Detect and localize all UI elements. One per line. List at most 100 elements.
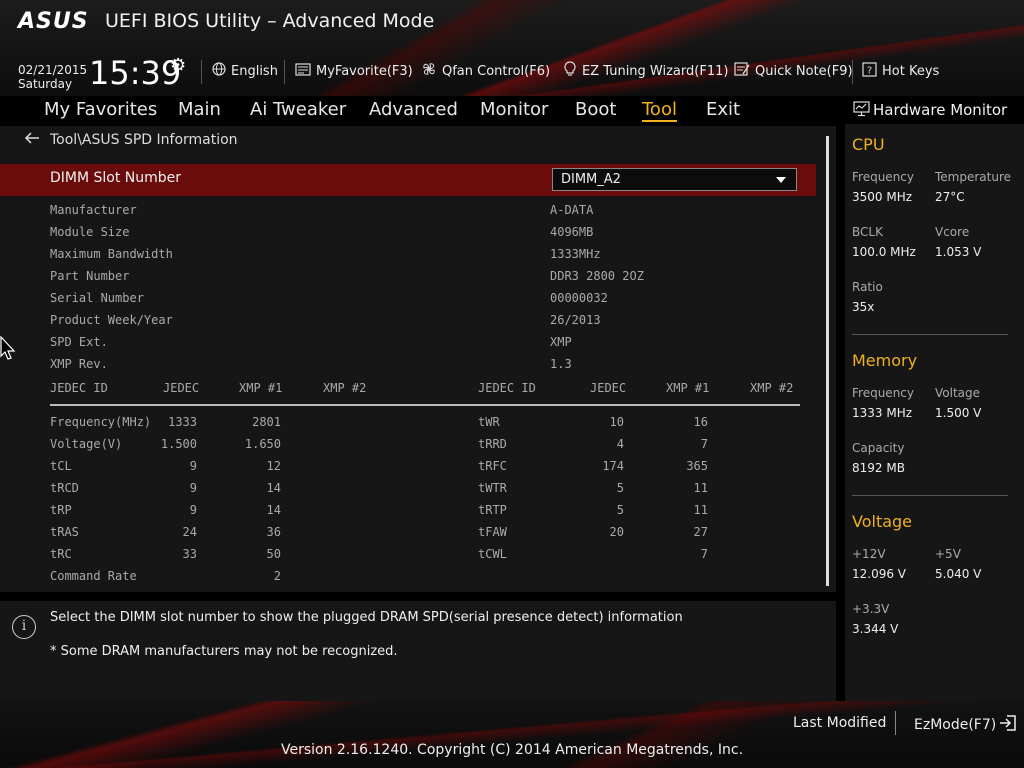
table-header-xmp1: XMP #1 [239, 381, 283, 395]
spd-info-value: 1333MHz [550, 247, 601, 261]
back-arrow-icon[interactable] [24, 132, 40, 148]
cpu-heading: CPU [852, 135, 885, 154]
main-nav: My Favorites Main Ai Tweaker Advanced Mo… [0, 96, 840, 126]
tab-monitor[interactable]: Monitor [480, 99, 548, 120]
tab-my-favorites[interactable]: My Favorites [44, 99, 157, 120]
tab-boot[interactable]: Boot [575, 99, 616, 120]
timing-name: tFAW [478, 525, 507, 539]
toolbar-divider [852, 60, 853, 84]
timing-name: Frequency(MHz) [50, 415, 152, 429]
timing-xmp1-value: 365 [686, 459, 708, 473]
spd-info-value: 4096MB [550, 225, 594, 239]
exit-arrow-icon [999, 715, 1017, 735]
spd-info-label: Serial Number [50, 291, 144, 305]
table-header-jedec-id: JEDEC ID [478, 381, 536, 395]
footer-bar: Last Modified EzMode(F7) Version 2.16.12… [0, 701, 1024, 768]
quick-note-label: Quick Note(F9) [755, 63, 853, 79]
table-header-jedec: JEDEC [163, 381, 200, 395]
v12-value: 12.096 V [852, 567, 907, 581]
tab-advanced[interactable]: Advanced [369, 99, 458, 120]
timing-jedec-value: 9 [189, 503, 197, 517]
timing-name: tRC [50, 547, 72, 561]
tab-ai-tweaker[interactable]: Ai Tweaker [250, 99, 346, 120]
fan-icon [421, 61, 437, 81]
scrollbar[interactable] [826, 136, 829, 586]
timing-xmp1-value: 14 [266, 503, 281, 517]
cpu-temperature-value: 27°C [935, 190, 965, 204]
help-text: Select the DIMM slot number to show the … [50, 610, 683, 625]
quick-note-button[interactable]: Quick Note(F9) [734, 62, 853, 80]
table-header-jedec: JEDEC [590, 381, 627, 395]
bclk-label: BCLK [852, 225, 883, 239]
table-header-jedec-id: JEDEC ID [50, 381, 108, 395]
hw-divider [852, 334, 1008, 335]
clock-display[interactable]: 15:39 [89, 54, 181, 92]
dimm-slot-label: DIMM Slot Number [50, 170, 182, 186]
timing-xmp1-value: 27 [693, 525, 708, 539]
note-icon [734, 62, 750, 80]
chevron-down-icon [776, 177, 786, 183]
language-label: English [231, 63, 278, 79]
toolbar-divider [284, 60, 285, 84]
vcore-label: Vcore [935, 225, 970, 239]
timing-xmp1-value: 16 [693, 415, 708, 429]
timing-name: tWTR [478, 481, 507, 495]
spd-info-row: Maximum Bandwidth 1333MHz [0, 244, 816, 266]
spd-info-label: Manufacturer [50, 203, 137, 217]
tab-exit[interactable]: Exit [706, 99, 740, 120]
question-icon: ? [862, 61, 877, 81]
spd-info-row: Part Number DDR3 2800 2OZ [0, 266, 816, 288]
hw-divider [852, 495, 1008, 496]
cpu-frequency-value: 3500 MHz [852, 190, 913, 204]
gear-icon[interactable]: ⚙ [170, 55, 186, 76]
spd-info-row: Product Week/Year 26/2013 [0, 310, 816, 332]
ezmode-label: EzMode(F7) [914, 717, 997, 733]
spd-info-row: XMP Rev. 1.3 [0, 354, 816, 376]
tab-tool[interactable]: Tool [642, 99, 677, 122]
v12-label: +12V [852, 547, 886, 561]
table-divider [50, 404, 800, 406]
spd-info-value: DDR3 2800 2OZ [550, 269, 644, 283]
v5-label: +5V [935, 547, 961, 561]
spd-info-value: 1.3 [550, 357, 572, 371]
tab-main[interactable]: Main [178, 99, 221, 120]
ezmode-button[interactable]: EzMode(F7) [914, 715, 1017, 735]
mouse-cursor-icon [0, 335, 16, 362]
timing-jedec-value: 5 [616, 481, 624, 495]
cpu-temperature-label: Temperature [935, 170, 1012, 184]
table-header-xmp1: XMP #1 [666, 381, 710, 395]
table-header-xmp2: XMP #2 [323, 381, 367, 395]
timing-xmp1-value: 36 [266, 525, 281, 539]
table-header-xmp2: XMP #2 [750, 381, 794, 395]
timing-xmp1-value: 2 [273, 569, 281, 583]
timing-name: tCWL [478, 547, 507, 561]
breadcrumb: Tool\ASUS SPD Information [24, 132, 238, 148]
ez-tuning-wizard-button[interactable]: EZ Tuning Wizard(F11) [563, 61, 728, 81]
spd-info-label: XMP Rev. [50, 357, 108, 371]
hardware-monitor-panel: Hardware Monitor CPU Frequency Temperatu… [845, 96, 1024, 701]
toolbar-divider [201, 60, 202, 84]
breadcrumb-path: Tool\ASUS SPD Information [50, 132, 238, 148]
spd-info-label: Module Size [50, 225, 130, 239]
language-button[interactable]: English [212, 62, 278, 80]
v33-label: +3.3V [852, 602, 890, 616]
bulb-icon [563, 61, 577, 81]
timing-xmp1-value: 1.650 [244, 437, 281, 451]
memory-voltage-label: Voltage [935, 386, 981, 400]
spd-info-row: Serial Number 00000032 [0, 288, 816, 310]
v5-value: 5.040 V [935, 567, 982, 581]
memory-voltage-value: 1.500 V [935, 406, 982, 420]
myfavorite-button[interactable]: MyFavorite(F3) [295, 62, 413, 80]
timing-jedec-value: 1.500 [160, 437, 197, 451]
timing-name: tRFC [478, 459, 507, 473]
last-modified-button[interactable]: Last Modified [793, 715, 886, 731]
qfan-control-button[interactable]: Qfan Control(F6) [421, 62, 550, 80]
timing-name: tRAS [50, 525, 79, 539]
dimm-slot-select[interactable]: DIMM_A2 [552, 168, 797, 191]
dimm-slot-row[interactable]: DIMM Slot Number DIMM_A2 [0, 164, 816, 196]
hot-keys-button[interactable]: ? Hot Keys [862, 61, 939, 81]
asus-logo: ASUS [18, 9, 89, 34]
timing-name: Command Rate [50, 569, 137, 583]
timing-name: Voltage(V) [50, 437, 123, 451]
hardware-monitor-title: Hardware Monitor [873, 101, 1008, 119]
